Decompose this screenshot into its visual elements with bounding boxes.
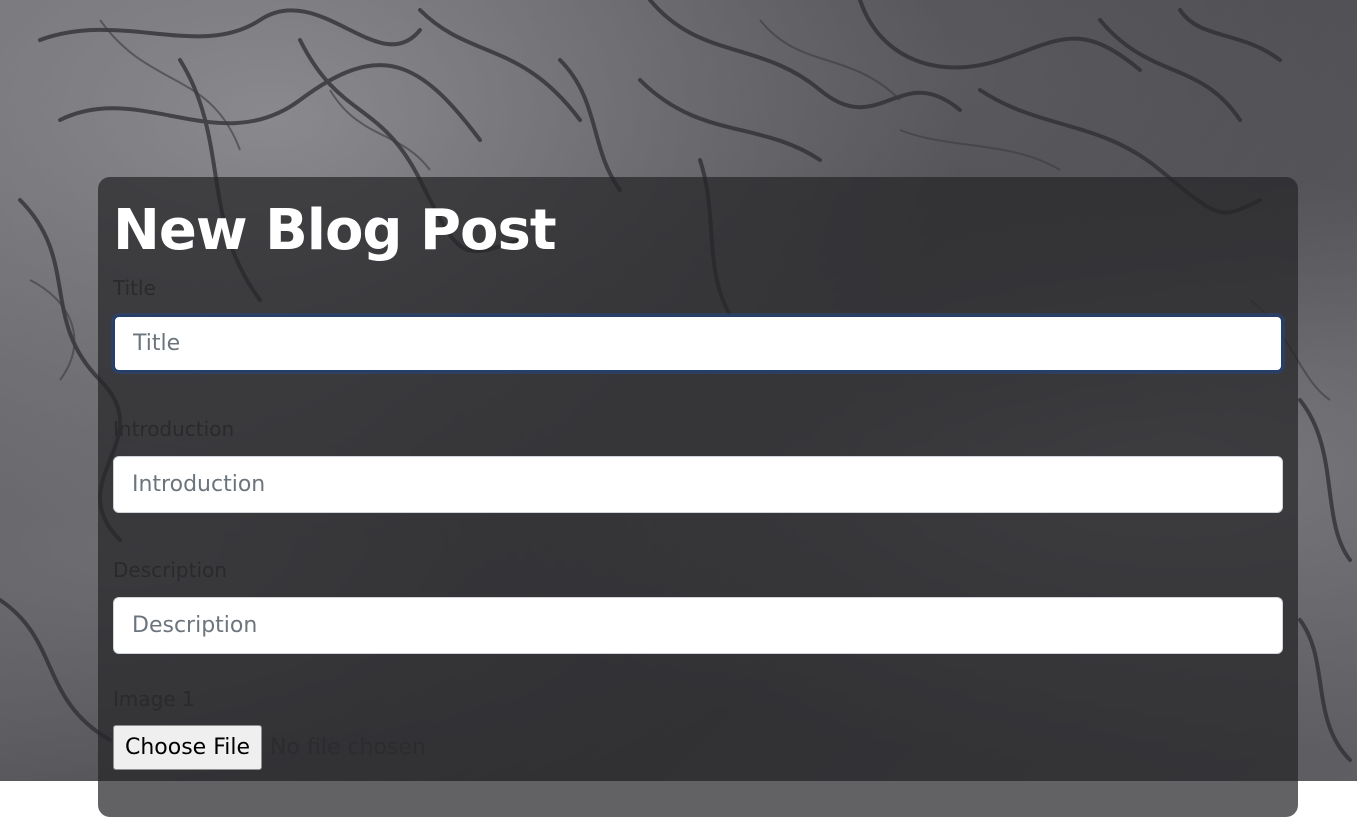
introduction-label: Introduction (113, 417, 235, 441)
file-status-text: No file chosen (270, 734, 426, 760)
image1-field-group: Image 1 Choose File No file chosen (113, 684, 1283, 770)
title-label: Title (113, 276, 156, 300)
page-title: New Blog Post (113, 198, 557, 263)
title-field-group: Title (113, 273, 1283, 372)
new-post-form-card: New Blog Post Title Introduction Descrip… (98, 177, 1298, 817)
choose-file-button[interactable]: Choose File (113, 724, 263, 770)
image1-label: Image 1 (113, 687, 195, 711)
description-field-group: Description (113, 555, 1283, 654)
description-label: Description (113, 558, 227, 582)
introduction-field-group: Introduction (113, 414, 1283, 513)
description-input[interactable] (113, 597, 1283, 654)
title-input[interactable] (113, 315, 1283, 372)
introduction-input[interactable] (113, 456, 1283, 513)
image1-file-input: Choose File No file chosen (113, 724, 1283, 770)
